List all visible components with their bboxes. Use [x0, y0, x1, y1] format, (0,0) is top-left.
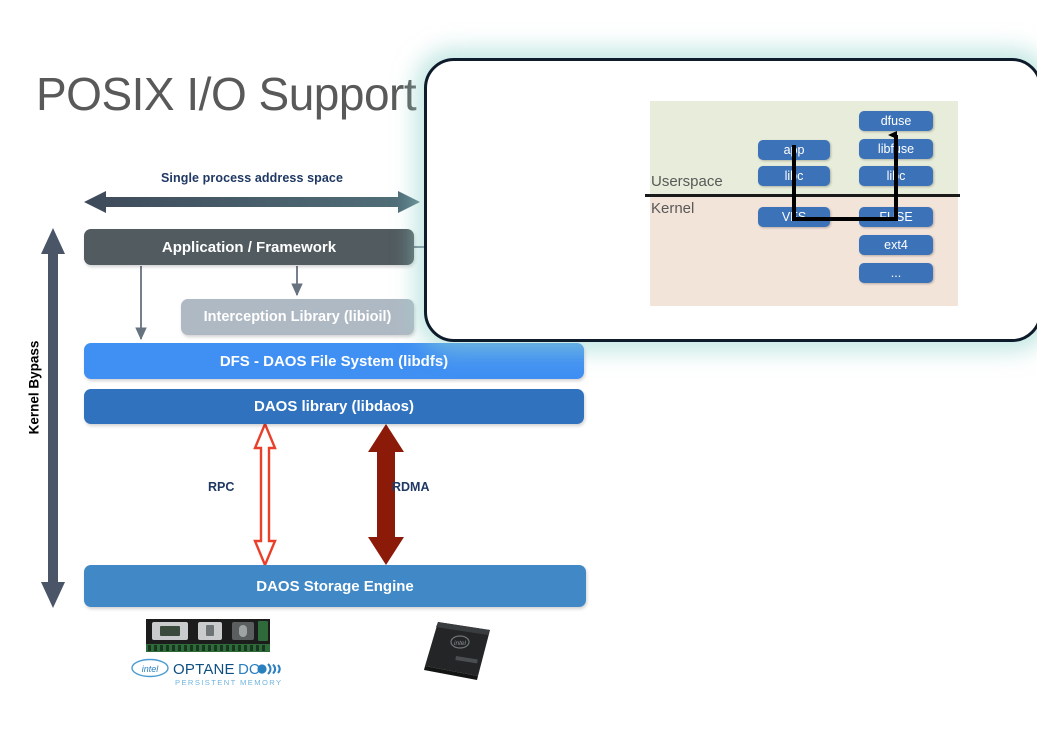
intel-ssd-image: intel — [424, 622, 490, 680]
persistent-memory-subtitle: PERSISTENT MEMORY — [175, 678, 283, 687]
rpc-arrow-shape — [253, 420, 277, 569]
rdma-arrow-shape — [368, 424, 404, 565]
inset-block-libc-right[interactable]: libc — [859, 166, 933, 186]
inset-block-libc-left[interactable]: libc — [758, 166, 830, 186]
userspace-kernel-boundary — [645, 194, 960, 197]
box-daos-storage-engine[interactable]: DAOS Storage Engine — [84, 565, 586, 607]
box-dfs-daos-file-system[interactable]: DFS - DAOS File System (libdfs) — [84, 343, 584, 379]
inset-block-vfs[interactable]: VFS — [758, 207, 830, 227]
intel-wordmark: intel — [142, 664, 160, 674]
kernel-bypass-double-arrow — [41, 228, 65, 608]
inset-block-fuse[interactable]: FUSE — [859, 207, 933, 227]
intel-optane-dc-logo: intel OPTANE DC PERSISTENT MEMORY — [131, 658, 283, 687]
inset-block-ellipsis[interactable]: ... — [859, 263, 933, 283]
inset-block-app[interactable]: app — [758, 140, 830, 160]
box-application-framework[interactable]: Application / Framework — [84, 229, 414, 265]
userspace-label: Userspace — [651, 173, 723, 190]
page-title: POSIX I/O Support — [36, 68, 417, 120]
box-daos-library[interactable]: DAOS library (libdaos) — [84, 389, 584, 424]
inset-block-dfuse[interactable]: dfuse — [859, 111, 933, 131]
rpc-label: RPC — [208, 480, 235, 494]
optane-wordmark: OPTANE — [173, 661, 235, 678]
intel-ssd-wordmark: intel — [454, 640, 466, 647]
fuse-inset-diagram: Userspace Kernel app libc VFS dfuse libf… — [645, 101, 960, 306]
address-space-double-arrow — [84, 191, 420, 213]
kernel-label: Kernel — [651, 200, 695, 217]
inset-block-libfuse[interactable]: libfuse — [859, 139, 933, 159]
address-space-label: Single process address space — [160, 171, 344, 185]
dc-wordmark: DC — [238, 661, 260, 678]
inset-block-ext4[interactable]: ext4 — [859, 235, 933, 255]
box-interception-library[interactable]: Interception Library (libioil) — [181, 299, 414, 335]
rdma-label: RDMA — [392, 480, 430, 494]
optane-dimm-image — [146, 619, 270, 652]
kernel-bypass-label: Kernel Bypass — [26, 340, 42, 435]
